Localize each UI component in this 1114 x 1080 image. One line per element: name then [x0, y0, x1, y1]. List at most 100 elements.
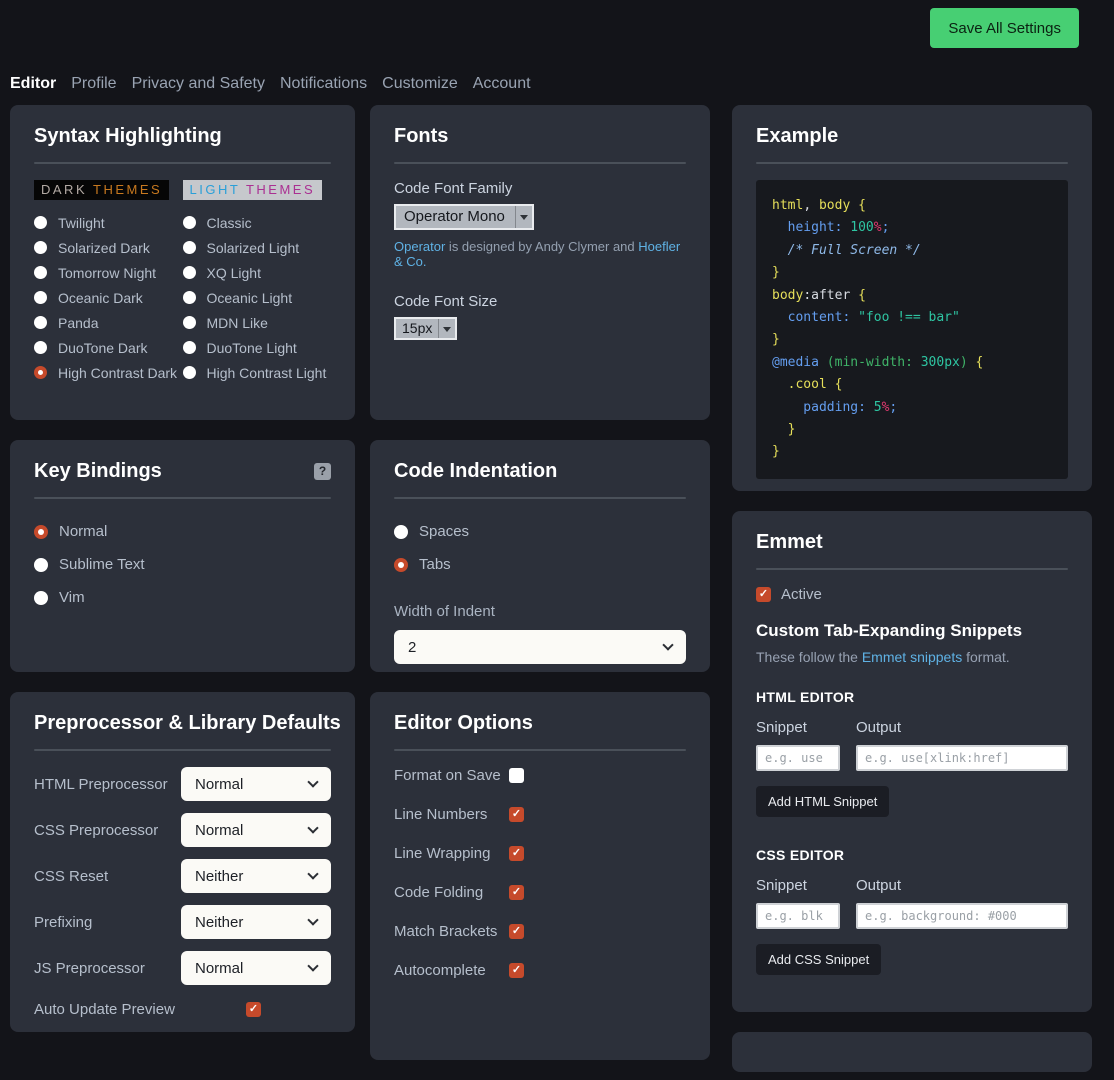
- check-icon: ✓: [512, 809, 521, 820]
- theme-option-high-contrast-dark[interactable]: High Contrast Dark: [34, 360, 183, 385]
- theme-option-solarized-dark[interactable]: Solarized Dark: [34, 235, 183, 260]
- css-editor-heading: CSS EDITOR: [756, 847, 1068, 863]
- radio-icon-selected[interactable]: [34, 366, 47, 379]
- theme-option-classic[interactable]: Classic: [183, 210, 332, 235]
- check-icon: ✓: [512, 926, 521, 937]
- key-binding-option-sublime-text[interactable]: Sublime Text: [34, 548, 331, 581]
- dropdown-arrow-icon[interactable]: [515, 206, 532, 228]
- theme-option-twilight[interactable]: Twilight: [34, 210, 183, 235]
- radio-label: Vim: [59, 589, 85, 606]
- html-snippet-input[interactable]: [756, 745, 840, 771]
- radio-icon[interactable]: [34, 266, 47, 279]
- radio-label: Twilight: [58, 215, 105, 231]
- theme-option-panda[interactable]: Panda: [34, 310, 183, 335]
- panel-title: Editor Options: [394, 710, 686, 736]
- checkbox-checked[interactable]: ✓: [509, 963, 524, 978]
- indentation-option-tabs[interactable]: Tabs: [394, 548, 686, 581]
- radio-label: DuoTone Dark: [58, 340, 148, 356]
- theme-option-mdn-like[interactable]: MDN Like: [183, 310, 332, 335]
- css-output-input[interactable]: [856, 903, 1068, 929]
- theme-option-oceanic-light[interactable]: Oceanic Light: [183, 285, 332, 310]
- link-operator[interactable]: Operator: [394, 239, 445, 254]
- badge-word: LIGHT: [190, 182, 241, 197]
- key-binding-option-normal[interactable]: Normal: [34, 515, 331, 548]
- html-preprocessor-select[interactable]: Normal: [181, 767, 331, 801]
- radio-icon[interactable]: [183, 241, 196, 254]
- checkbox-checked[interactable]: ✓: [509, 885, 524, 900]
- radio-icon[interactable]: [183, 316, 196, 329]
- add-html-snippet-button[interactable]: Add HTML Snippet: [756, 786, 889, 817]
- tab-customize[interactable]: Customize: [382, 75, 458, 93]
- key-binding-option-vim[interactable]: Vim: [34, 581, 331, 614]
- checkbox-unchecked[interactable]: [509, 768, 524, 783]
- indentation-option-spaces[interactable]: Spaces: [394, 515, 686, 548]
- code-line: /* Full Screen */: [772, 240, 1052, 262]
- emmet-active-checkbox-slot: ✓: [756, 587, 771, 602]
- panel-key-bindings: Key Bindings ? NormalSublime TextVim: [10, 440, 355, 672]
- check-icon: ✓: [512, 848, 521, 859]
- radio-icon[interactable]: [183, 341, 196, 354]
- panel-partial: [732, 1032, 1092, 1072]
- theme-option-oceanic-dark[interactable]: Oceanic Dark: [34, 285, 183, 310]
- css-reset-select[interactable]: Neither: [181, 859, 331, 893]
- js-preprocessor-select[interactable]: Normal: [181, 951, 331, 985]
- html-output-input[interactable]: [856, 745, 1068, 771]
- tab-editor[interactable]: Editor: [10, 75, 56, 93]
- panel-title: Emmet: [756, 529, 1068, 555]
- preprocessor-row-prefixing: PrefixingNeither: [34, 905, 331, 939]
- code-font-family-select[interactable]: Operator Mono: [394, 204, 534, 230]
- radio-icon[interactable]: [34, 291, 47, 304]
- radio-icon[interactable]: [183, 266, 196, 279]
- css-snippet-input[interactable]: [756, 903, 840, 929]
- checkbox-checked[interactable]: ✓: [246, 1002, 261, 1017]
- note-text: is designed by Andy Clymer and: [445, 239, 638, 254]
- field-label: HTML Preprocessor: [34, 776, 168, 793]
- tab-account[interactable]: Account: [473, 75, 531, 93]
- radio-icon[interactable]: [34, 316, 47, 329]
- radio-icon[interactable]: [34, 216, 47, 229]
- theme-option-duotone-dark[interactable]: DuoTone Dark: [34, 335, 183, 360]
- code-line: .cool {: [772, 374, 1052, 396]
- theme-option-xq-light[interactable]: XQ Light: [183, 260, 332, 285]
- divider: [394, 749, 686, 751]
- css-preprocessor-select[interactable]: Normal: [181, 813, 331, 847]
- checkbox-checked[interactable]: ✓: [509, 807, 524, 822]
- theme-option-tomorrow-night[interactable]: Tomorrow Night: [34, 260, 183, 285]
- radio-icon[interactable]: [183, 291, 196, 304]
- theme-option-high-contrast-light[interactable]: High Contrast Light: [183, 360, 332, 385]
- radio-icon[interactable]: [34, 591, 48, 605]
- help-icon[interactable]: ?: [314, 463, 331, 480]
- radio-icon-selected[interactable]: [394, 558, 408, 572]
- radio-icon[interactable]: [183, 366, 196, 379]
- radio-icon[interactable]: [394, 525, 408, 539]
- dropdown-arrow-icon[interactable]: [438, 319, 455, 338]
- prefixing-select[interactable]: Neither: [181, 905, 331, 939]
- radio-icon[interactable]: [34, 558, 48, 572]
- save-all-settings-button[interactable]: Save All Settings: [930, 8, 1079, 48]
- theme-option-solarized-light[interactable]: Solarized Light: [183, 235, 332, 260]
- field-label: CSS Reset: [34, 868, 108, 885]
- radio-icon-selected[interactable]: [34, 525, 48, 539]
- checkbox-checked[interactable]: ✓: [756, 587, 771, 602]
- tab-profile[interactable]: Profile: [71, 75, 116, 93]
- radio-label: Panda: [58, 315, 98, 331]
- radio-label: DuoTone Light: [207, 340, 297, 356]
- checkbox-checked[interactable]: ✓: [509, 846, 524, 861]
- tab-notifications[interactable]: Notifications: [280, 75, 367, 93]
- link-emmet-snippets[interactable]: Emmet snippets: [862, 649, 962, 665]
- preprocessor-row-html-preprocessor: HTML Preprocessor Normal: [34, 767, 331, 801]
- select-value: Normal: [195, 776, 243, 793]
- indentation-options-list: SpacesTabs: [394, 515, 686, 581]
- code-line: body:after {: [772, 285, 1052, 307]
- code-font-size-select[interactable]: 15px: [394, 317, 457, 340]
- radio-icon[interactable]: [34, 241, 47, 254]
- theme-option-duotone-light[interactable]: DuoTone Light: [183, 335, 332, 360]
- code-line: @media (min-width: 300px) {: [772, 352, 1052, 374]
- checkbox-checked[interactable]: ✓: [509, 924, 524, 939]
- radio-icon[interactable]: [183, 216, 196, 229]
- width-of-indent-select[interactable]: 2: [394, 630, 686, 664]
- add-css-snippet-button[interactable]: Add CSS Snippet: [756, 944, 881, 975]
- badge-word: THEMES: [93, 182, 162, 197]
- tab-privacy-and-safety[interactable]: Privacy and Safety: [132, 75, 265, 93]
- radio-icon[interactable]: [34, 341, 47, 354]
